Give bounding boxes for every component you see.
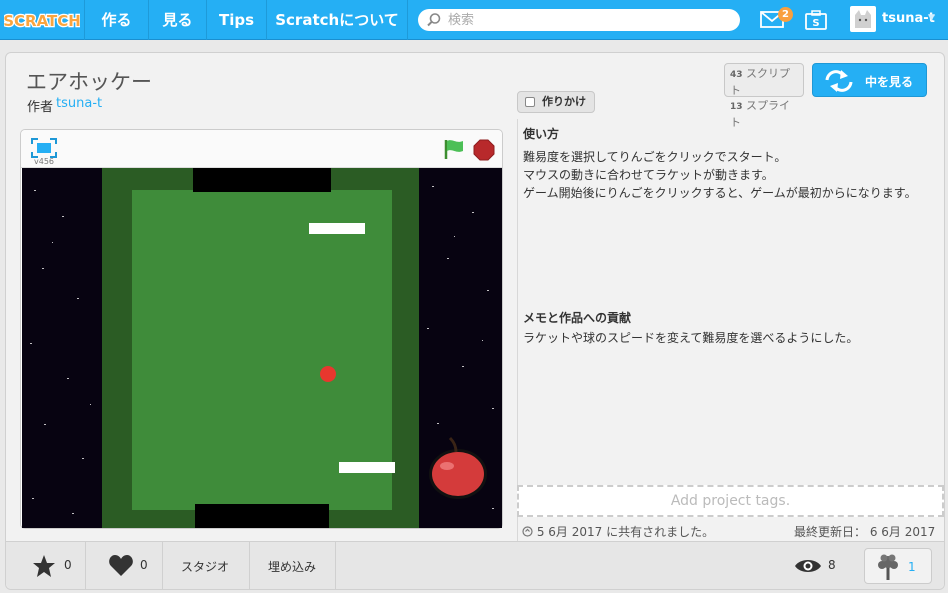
remix-arrows-icon: [823, 70, 855, 95]
green-flag-icon[interactable]: [443, 138, 467, 164]
favorite-count: 0: [64, 558, 72, 572]
stop-icon[interactable]: [473, 139, 495, 165]
search-icon: [426, 12, 442, 32]
nav-tips[interactable]: Tips: [206, 0, 266, 40]
nav-about[interactable]: Scratchについて: [266, 0, 408, 40]
notes-body: ラケットや球のスピードを変えて難易度を選べるようにした。: [523, 331, 859, 345]
search-box: [418, 9, 740, 31]
scratch-logo[interactable]: SCRATCH: [2, 7, 82, 33]
paddle-player: [339, 462, 395, 473]
search-input[interactable]: [448, 11, 728, 29]
goal-bottom: [195, 504, 329, 528]
project-stats: 43 スクリプト 13 スプライト: [724, 63, 804, 129]
views-count: 8: [828, 558, 836, 572]
avatar: [850, 6, 876, 32]
stage[interactable]: [22, 168, 502, 528]
player-toolbar: v456: [21, 130, 502, 168]
svg-text:S: S: [812, 18, 819, 29]
project-notes: 使い方 難易度を選択してりんごをクリックでスタート。 マウスの動きに合わせてラケ…: [517, 119, 942, 545]
instructions-body: 難易度を選択してりんごをクリックでスタート。 マウスの動きに合わせてラケットが動…: [523, 150, 917, 200]
chevron-down-icon: ▼: [928, 13, 935, 23]
love-count: 0: [140, 558, 148, 572]
project-player: v456: [20, 129, 503, 529]
action-bar: 0 0 スタジオ 埋め込み 8 1: [6, 541, 944, 590]
project-title: エアホッケー: [26, 70, 152, 94]
embed-button[interactable]: 埋め込み: [250, 542, 336, 590]
project-panel: エアホッケー 作者 tsuna-t 作りかけ 43 スクリプト 13 スプライト…: [5, 52, 945, 590]
add-to-studio-button[interactable]: スタジオ: [163, 542, 250, 590]
shared-icon: [522, 526, 533, 537]
modified-date: 最終更新日： 6 6月 2017: [794, 525, 936, 539]
scripts-count: 43: [730, 70, 743, 80]
top-nav: SCRATCH 作る 見る Tips Scratchについて 2 S tsuna…: [0, 0, 948, 40]
wip-checkbox[interactable]: [525, 97, 535, 107]
eye-icon: [795, 560, 821, 572]
studio-label: スタジオ: [181, 560, 230, 574]
shared-text: 5 6月 2017 に共有されました。: [536, 525, 715, 539]
heart-icon: [109, 555, 133, 576]
player-version: v456: [34, 157, 55, 166]
wip-toggle[interactable]: 作りかけ: [517, 91, 595, 113]
favorite-button[interactable]: 0: [6, 542, 86, 590]
notes-heading: メモと作品への貢献: [523, 311, 632, 325]
author-link[interactable]: tsuna-t: [56, 96, 102, 111]
messages-badge: 2: [778, 7, 793, 22]
see-inside-label: 中を見る: [865, 75, 914, 89]
sprites-count: 13: [730, 102, 743, 112]
paddle-opponent: [309, 223, 365, 234]
username: tsuna-t: [882, 11, 935, 26]
my-stuff-icon[interactable]: S: [804, 10, 828, 34]
wip-label: 作りかけ: [542, 95, 586, 108]
goal-top: [193, 168, 331, 192]
shared-date: 5 6月 2017 に共有されました。: [522, 523, 714, 540]
love-button[interactable]: 0: [86, 542, 163, 590]
remix-tree-button[interactable]: 1: [864, 548, 932, 584]
views: 8: [794, 542, 854, 590]
instructions-heading: 使い方: [523, 127, 560, 141]
nav-create[interactable]: 作る: [84, 0, 148, 40]
remix-count: 1: [908, 560, 916, 574]
remix-tree-icon: [878, 554, 898, 580]
puck: [320, 366, 336, 382]
svg-text:SCRATCH: SCRATCH: [4, 12, 80, 30]
author-label: 作者: [27, 100, 54, 115]
star-icon: [33, 555, 55, 577]
embed-label: 埋め込み: [268, 560, 317, 574]
see-inside-button[interactable]: 中を見る: [812, 63, 927, 97]
nav-explore[interactable]: 見る: [148, 0, 206, 40]
add-tags-field[interactable]: Add project tags.: [517, 485, 944, 517]
